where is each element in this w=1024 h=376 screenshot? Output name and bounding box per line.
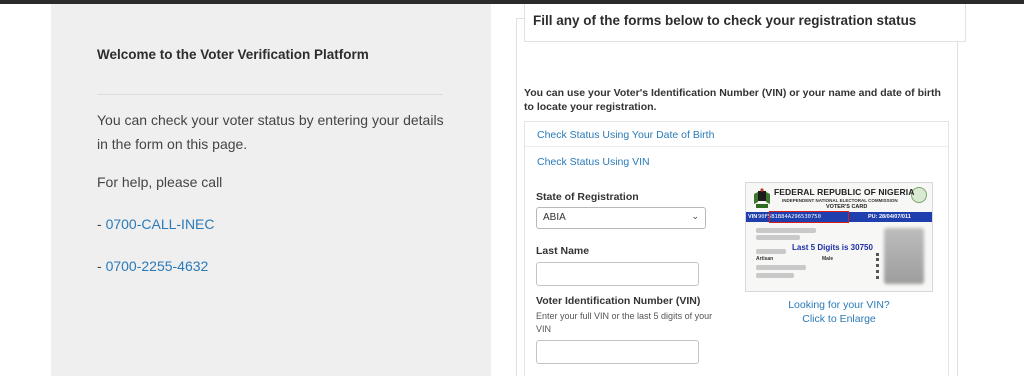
vin-help-link[interactable]: Looking for your VIN? bbox=[745, 299, 933, 311]
phone-link-call-inec[interactable]: 0700-CALL-INEC bbox=[106, 216, 215, 232]
tab-divider bbox=[525, 146, 948, 147]
card-occupation: Artisan bbox=[756, 256, 774, 262]
vin-input[interactable] bbox=[536, 340, 699, 364]
vin-label: Voter Identification Number (VIN) bbox=[536, 295, 701, 307]
state-select[interactable]: ABIA ⌄ bbox=[536, 207, 706, 229]
voter-card-image[interactable]: FEDERAL REPUBLIC OF NIGERIA INDEPENDENT … bbox=[745, 182, 933, 292]
form-intro: You can use your Voter's Identification … bbox=[524, 87, 941, 113]
last-name-input[interactable] bbox=[536, 262, 699, 286]
card-blurred-line bbox=[756, 273, 794, 278]
state-label: State of Registration bbox=[536, 191, 639, 203]
tab-vin[interactable]: Check Status Using VIN bbox=[537, 156, 650, 168]
enlarge-link[interactable]: Click to Enlarge bbox=[745, 313, 933, 325]
phone-prefix: - bbox=[97, 216, 106, 232]
card-name: VOTER'S CARD bbox=[826, 204, 868, 210]
welcome-intro: You can check your voter status by enter… bbox=[97, 112, 444, 152]
vin-hint: Enter your full VIN or the last 5 digits… bbox=[536, 311, 713, 334]
card-vin-highlight bbox=[769, 211, 849, 223]
form-header: Fill any of the forms below to check you… bbox=[524, 4, 966, 42]
card-photo bbox=[884, 228, 924, 284]
phone-prefix: - bbox=[97, 258, 106, 274]
card-blurred-line bbox=[756, 235, 800, 240]
card-pu: PU: 28/04/07/011 bbox=[868, 214, 911, 220]
welcome-title: Welcome to the Voter Verification Platfo… bbox=[97, 47, 369, 62]
coat-of-arms-icon bbox=[754, 188, 770, 208]
last-name-label: Last Name bbox=[536, 245, 590, 257]
card-blurred-line bbox=[756, 265, 806, 270]
welcome-divider bbox=[97, 94, 443, 95]
card-dots bbox=[876, 253, 879, 279]
card-subtitle: INDEPENDENT NATIONAL ELECTORAL COMMISSIO… bbox=[782, 198, 898, 203]
card-vin-label: VIN bbox=[748, 214, 758, 220]
welcome-panel: Welcome to the Voter Verification Platfo… bbox=[51, 4, 491, 376]
phone-line-1: - 0700-CALL-INEC bbox=[97, 216, 215, 232]
tab-date-of-birth[interactable]: Check Status Using Your Date of Birth bbox=[537, 129, 714, 141]
phone-link-number[interactable]: 0700-2255-4632 bbox=[106, 258, 209, 274]
form-header-title: Fill any of the forms below to check you… bbox=[533, 13, 917, 28]
card-last5-text: Last 5 Digits is 30750 bbox=[792, 243, 873, 252]
state-select-value: ABIA bbox=[543, 212, 566, 223]
card-blurred-line bbox=[756, 249, 786, 254]
card-gender: Male bbox=[822, 256, 834, 262]
chevron-down-icon: ⌄ bbox=[691, 211, 699, 221]
phone-line-2: - 0700-2255-4632 bbox=[97, 258, 208, 274]
card-title: FEDERAL REPUBLIC OF NIGERIA bbox=[774, 187, 915, 197]
card-blurred-line bbox=[756, 228, 816, 233]
help-text: For help, please call bbox=[97, 174, 223, 190]
